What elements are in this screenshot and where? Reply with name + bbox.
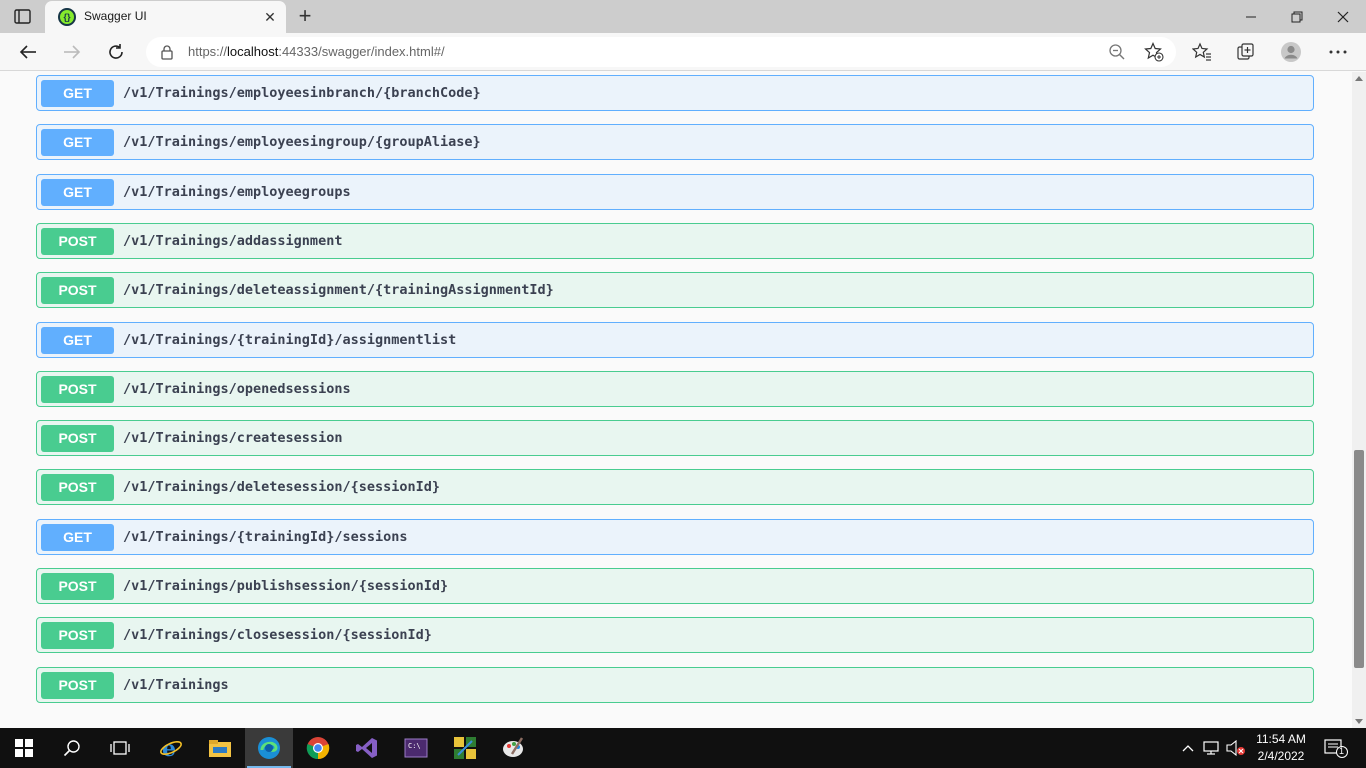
close-window-button[interactable] xyxy=(1320,0,1366,33)
edge-browser-icon[interactable] xyxy=(245,728,293,768)
method-badge: POST xyxy=(41,572,114,600)
diff-tool-icon[interactable] xyxy=(441,728,489,768)
operation-path: /v1/Trainings/deleteassignment/{training… xyxy=(123,282,554,298)
browser-tab-active[interactable]: {} Swagger UI ✕ xyxy=(45,1,286,33)
browser-titlebar: {} Swagger UI ✕ + xyxy=(0,0,1366,33)
operation-get-row[interactable]: GET/v1/Trainings/employeesingroup/{group… xyxy=(36,124,1314,160)
method-badge: GET xyxy=(41,523,114,551)
forward-button[interactable] xyxy=(59,39,85,65)
operation-path: /v1/Trainings/deletesession/{sessionId} xyxy=(123,479,440,495)
operation-get-row[interactable]: GET/v1/Trainings/employeesinbranch/{bran… xyxy=(36,75,1314,111)
method-badge: GET xyxy=(41,79,114,107)
method-badge: POST xyxy=(41,424,114,452)
method-badge: POST xyxy=(41,227,114,255)
search-icon[interactable] xyxy=(48,728,96,768)
swagger-favicon-icon: {} xyxy=(58,8,76,26)
browser-toolbar: https://localhost:44333/swagger/index.ht… xyxy=(0,33,1366,71)
operation-get-row[interactable]: GET/v1/Trainings/employeegroups xyxy=(36,174,1314,210)
favorites-icon[interactable] xyxy=(1191,41,1213,63)
notification-count: 1 xyxy=(1339,746,1345,756)
chrome-icon[interactable] xyxy=(294,728,342,768)
address-bar[interactable]: https://localhost:44333/swagger/index.ht… xyxy=(146,37,1176,67)
volume-muted-icon[interactable] xyxy=(1226,738,1246,758)
url-host: localhost xyxy=(227,44,279,59)
operation-post-row[interactable]: POST/v1/Trainings/openedsessions xyxy=(36,371,1314,407)
operation-get-row[interactable]: GET/v1/Trainings/{trainingId}/assignment… xyxy=(36,322,1314,358)
add-favorite-icon[interactable] xyxy=(1144,42,1164,62)
operation-path: /v1/Trainings/employeesingroup/{groupAli… xyxy=(123,134,481,150)
operation-path: /v1/Trainings/closesession/{sessionId} xyxy=(123,627,432,643)
tab-close-icon[interactable]: ✕ xyxy=(260,7,280,27)
profile-avatar-icon[interactable] xyxy=(1280,41,1302,63)
back-button[interactable] xyxy=(15,39,41,65)
minimize-button[interactable] xyxy=(1228,0,1274,33)
url-path: :44333/swagger/index.html#/ xyxy=(278,44,445,59)
svg-text:C:\: C:\ xyxy=(408,742,421,750)
start-button[interactable] xyxy=(0,728,48,768)
operation-path: /v1/Trainings/addassignment xyxy=(123,233,343,249)
url-scheme: https:// xyxy=(188,44,228,59)
tab-title: Swagger UI xyxy=(84,9,147,23)
url-text[interactable]: https://localhost:44333/swagger/index.ht… xyxy=(188,44,445,59)
terminal-icon[interactable]: C:\ xyxy=(392,728,440,768)
operation-post-row[interactable]: POST/v1/Trainings/deletesession/{session… xyxy=(36,469,1314,505)
operation-path: /v1/Trainings/publishsession/{sessionId} xyxy=(123,578,449,594)
clock-time: 11:54 AM xyxy=(1256,732,1306,746)
operation-path: /v1/Trainings/createsession xyxy=(123,430,343,446)
operation-post-row[interactable]: POST/v1/Trainings/closesession/{sessionI… xyxy=(36,617,1314,653)
scroll-up-icon[interactable] xyxy=(1355,76,1363,81)
operation-post-row[interactable]: POST/v1/Trainings xyxy=(36,667,1314,703)
scroll-down-icon[interactable] xyxy=(1355,719,1363,724)
lock-icon[interactable] xyxy=(160,44,174,60)
operation-path: /v1/Trainings/{trainingId}/sessions xyxy=(123,529,408,545)
task-view-icon[interactable] xyxy=(96,728,144,768)
file-explorer-icon[interactable] xyxy=(196,728,244,768)
method-badge: POST xyxy=(41,671,114,699)
operation-post-row[interactable]: POST/v1/Trainings/createsession xyxy=(36,420,1314,456)
operation-path: /v1/Trainings xyxy=(123,677,229,693)
refresh-button[interactable] xyxy=(103,39,129,65)
clock-date: 2/4/2022 xyxy=(1257,749,1305,763)
operation-post-row[interactable]: POST/v1/Trainings/deleteassignment/{trai… xyxy=(36,272,1314,308)
visual-studio-icon[interactable] xyxy=(343,728,391,768)
operation-path: /v1/Trainings/employeegroups xyxy=(123,184,351,200)
collections-icon[interactable] xyxy=(1235,41,1257,63)
taskbar-clock[interactable]: 11:54 AM 2/4/2022 xyxy=(1250,731,1312,765)
scrollbar-thumb[interactable] xyxy=(1354,450,1364,668)
internet-explorer-icon[interactable]: e xyxy=(147,728,195,768)
method-badge: GET xyxy=(41,326,114,354)
operation-get-row[interactable]: GET/v1/Trainings/{trainingId}/sessions xyxy=(36,519,1314,555)
operation-post-row[interactable]: POST/v1/Trainings/publishsession/{sessio… xyxy=(36,568,1314,604)
method-badge: GET xyxy=(41,178,114,206)
method-badge: POST xyxy=(41,473,114,501)
method-badge: POST xyxy=(41,621,114,649)
notification-center-icon[interactable]: 1 xyxy=(1324,738,1350,758)
method-badge: POST xyxy=(41,375,114,403)
swagger-page: GET/v1/Trainings/employeesinbranch/{bran… xyxy=(0,72,1352,728)
more-options-icon[interactable] xyxy=(1327,41,1349,63)
new-tab-button[interactable]: + xyxy=(293,3,317,28)
zoom-out-icon[interactable] xyxy=(1108,43,1126,61)
show-hidden-icons-chevron-icon[interactable] xyxy=(1178,738,1198,758)
restore-button[interactable] xyxy=(1274,0,1320,33)
network-icon[interactable] xyxy=(1202,738,1222,758)
paint-icon[interactable] xyxy=(490,728,538,768)
operation-path: /v1/Trainings/{trainingId}/assignmentlis… xyxy=(123,332,457,348)
method-badge: GET xyxy=(41,128,114,156)
operation-path: /v1/Trainings/employeesinbranch/{branchC… xyxy=(123,85,481,101)
page-scrollbar[interactable] xyxy=(1352,72,1366,728)
operation-post-row[interactable]: POST/v1/Trainings/addassignment xyxy=(36,223,1314,259)
method-badge: POST xyxy=(41,276,114,304)
tab-actions-icon[interactable] xyxy=(12,7,34,27)
operation-path: /v1/Trainings/openedsessions xyxy=(123,381,351,397)
windows-taskbar: e C:\ 11:54 AM 2/4/2022 1 xyxy=(0,728,1366,768)
